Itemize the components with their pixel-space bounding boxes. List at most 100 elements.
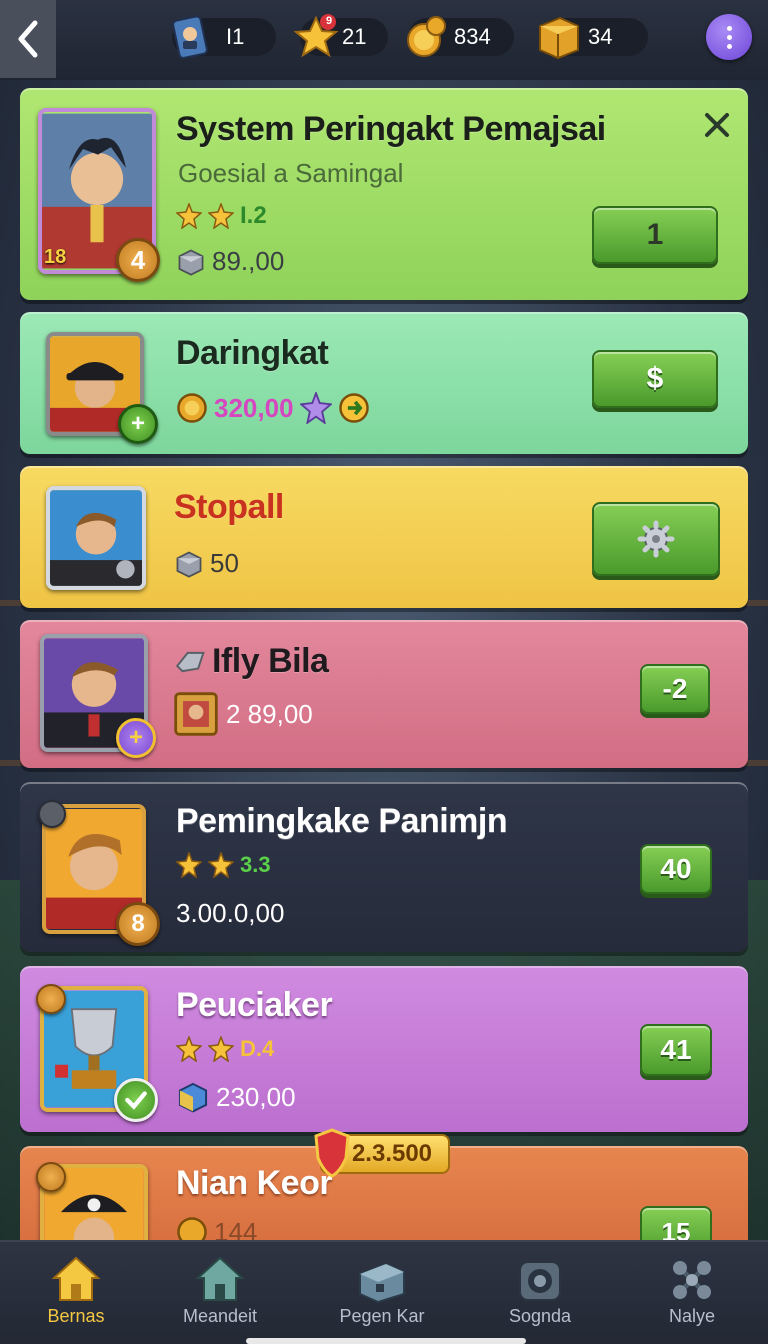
ranking-card[interactable]: 18 4 System Peringakt Pemajsai Goesial a… <box>20 88 748 300</box>
card-title: System Peringakt Pemajsai <box>176 110 606 148</box>
coin-icon <box>177 1217 207 1240</box>
resource-value: 834 <box>454 24 491 49</box>
ranking-card[interactable]: Peuciaker D.4 230,00 41 <box>20 966 748 1132</box>
home-indicator[interactable] <box>246 1338 526 1344</box>
coin-icon <box>36 984 66 1014</box>
card-value: 144 <box>214 1216 258 1241</box>
resource-value: I1 <box>226 24 245 49</box>
rating-row: I.2 <box>176 202 267 230</box>
add-badge: + <box>116 718 156 758</box>
action-button[interactable]: 15 <box>640 1206 712 1240</box>
top-bar: I1 9 21 834 34 <box>0 0 768 80</box>
network-icon <box>673 1261 711 1299</box>
chest-icon <box>359 1262 405 1304</box>
ranking-card[interactable]: Stopall 50 <box>20 466 748 608</box>
card-value: 3.00.0,00 <box>176 898 285 928</box>
camera-icon <box>519 1261 561 1301</box>
ranking-card[interactable]: 8 Pemingkake Panimjn 3.3 3.00.0,00 40 <box>20 782 748 952</box>
card-value: 320,00 <box>214 392 294 423</box>
gold-crate-icon <box>539 16 579 60</box>
resource-value: 34 <box>588 24 613 49</box>
value-row: 2 89,00 <box>172 690 313 738</box>
level-small: 18 <box>44 246 67 268</box>
nav-item-house[interactable]: Meandeit <box>150 1242 290 1342</box>
nav-label: Sognda <box>508 1306 572 1326</box>
back-button[interactable] <box>0 0 56 78</box>
rating-row: D.4 <box>176 1036 274 1062</box>
chevron-left-icon <box>18 20 38 58</box>
star-icon <box>176 1036 202 1062</box>
card-value: 2 89,00 <box>226 698 313 729</box>
silver-cube-icon <box>176 550 202 578</box>
nav-label: Pegen Kar <box>339 1306 425 1326</box>
nav-item-home[interactable]: Bernas <box>6 1242 146 1342</box>
ranking-card[interactable]: + Ifly Bila 2 89,00 -2 <box>20 620 748 768</box>
coin-icon <box>177 393 207 423</box>
bottom-nav: Bernas Meandeit Pegen Kar Sognda Nalye <box>0 1240 768 1344</box>
value-row: 3.00.0,00 <box>176 898 284 929</box>
action-button[interactable]: 40 <box>640 844 712 894</box>
gem-cube-icon <box>178 1082 208 1113</box>
resource-value: 21 <box>342 24 367 49</box>
nav-label: Nalye <box>668 1306 716 1326</box>
silver-ingot-icon <box>175 651 205 672</box>
gear-icon <box>637 520 675 558</box>
value-row: 230,00 <box>176 1080 296 1114</box>
rating-row: 3.3 <box>176 852 271 878</box>
card-title: Peuciaker <box>176 986 333 1024</box>
value-row: 320,00 <box>176 392 370 424</box>
value-row: 144 <box>176 1216 257 1240</box>
level-value: 4 <box>130 244 146 275</box>
rating-value: 3.3 <box>240 852 271 877</box>
level-value: 8 <box>131 910 145 937</box>
resource-coins[interactable]: 834 <box>407 16 514 57</box>
rating-value: D.4 <box>240 1036 275 1061</box>
nav-item-camera[interactable]: Sognda <box>470 1242 610 1342</box>
action-button[interactable]: 1 <box>592 206 718 264</box>
close-icon[interactable] <box>700 108 734 142</box>
hero-portrait <box>46 486 146 590</box>
ranking-card[interactable]: + Daringkat 320,00 $ <box>20 312 748 454</box>
action-button[interactable]: 41 <box>640 1024 712 1076</box>
action-button[interactable]: -2 <box>640 664 710 714</box>
resource-crates[interactable]: 34 <box>539 16 648 60</box>
card-value: 50 <box>210 548 239 578</box>
arrow-right-icon <box>338 393 369 423</box>
card-icon <box>172 15 208 59</box>
shield-icon <box>314 1128 350 1178</box>
star-icon <box>176 852 202 878</box>
settings-button[interactable] <box>592 502 720 576</box>
card-value: 89.,00 <box>212 246 285 276</box>
value-row: 89.,00 <box>176 246 284 277</box>
menu-dot <box>727 26 732 31</box>
hero-portrait-image <box>50 490 142 586</box>
card-title: Pemingkake Panimjn <box>176 802 508 840</box>
rating-value: I.2 <box>240 202 267 229</box>
nav-item-network[interactable]: Nalye <box>622 1242 762 1342</box>
card-title: Nian Keor <box>176 1164 333 1202</box>
star-icon <box>208 1036 234 1062</box>
notification-count: 9 <box>325 15 333 27</box>
silver-cube-icon <box>178 248 204 276</box>
title-row: Ifly Bila <box>172 642 329 681</box>
coin-icon <box>36 1162 66 1192</box>
more-options-button[interactable] <box>706 14 752 60</box>
nav-label: Bernas <box>47 1306 105 1326</box>
price-value: 2.3.500 <box>351 1140 433 1167</box>
card-subtitle: Goesial a Samingal <box>178 158 404 188</box>
action-button[interactable]: $ <box>592 350 718 408</box>
nav-label: Meandeit <box>182 1306 258 1326</box>
resource-cards[interactable]: I1 <box>172 15 276 59</box>
nav-item-chest[interactable]: Pegen Kar <box>312 1242 452 1342</box>
star-icon <box>176 203 202 229</box>
house-icon <box>195 1256 245 1301</box>
menu-dot <box>727 35 732 40</box>
star-icon <box>208 203 234 229</box>
level-badge: 8 <box>116 902 160 946</box>
resource-stars[interactable]: 9 21 <box>294 14 388 58</box>
card-title: Ifly Bila <box>212 642 329 680</box>
check-icon <box>114 1078 158 1122</box>
star-icon <box>208 852 234 878</box>
add-badge: + <box>118 404 158 444</box>
menu-dot <box>727 44 732 49</box>
